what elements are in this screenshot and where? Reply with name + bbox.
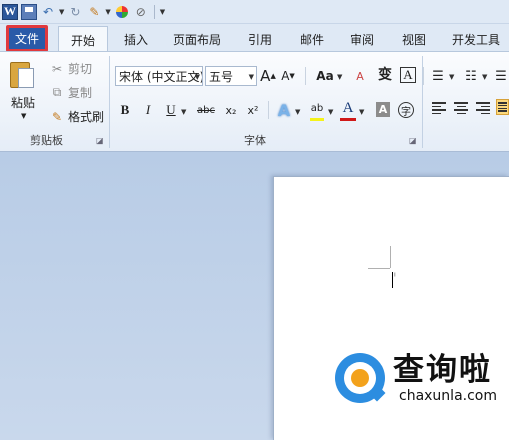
paste-icon[interactable] [10,58,38,90]
undo-icon[interactable]: ↶ [40,4,56,20]
font-name-combo[interactable]: 宋体 (中文正文) ▼ [115,66,203,86]
font-color-button[interactable]: A [341,98,355,118]
tab-developer[interactable]: 开发工具 [446,26,506,52]
strikethrough-button[interactable]: abc [196,100,216,120]
paragraph-mark: ˡ [394,272,396,283]
character-shading-button[interactable]: A [376,102,390,117]
align-left-icon[interactable] [431,100,447,116]
font-color-dropdown-icon[interactable]: ▼ [359,108,364,116]
clipboard-launcher-icon[interactable]: ◪ [96,136,104,145]
tab-references[interactable]: 引用 [238,26,282,52]
tab-mailings[interactable]: 邮件 [290,26,334,52]
chevron-down-icon[interactable]: ▼ [249,73,254,81]
subscript-button[interactable]: x₂ [222,100,240,120]
clipboard-group-label: 剪贴板 [30,134,63,147]
superscript-button[interactable]: x² [244,100,262,120]
redo-icon[interactable]: ↻ [67,4,83,20]
clear-formatting-button[interactable]: A [352,66,368,86]
color-icon[interactable] [114,4,130,20]
justify-icon[interactable] [496,99,509,115]
text-effects-dropdown-icon[interactable]: ▼ [295,108,300,116]
character-border-button[interactable]: A [400,67,416,83]
highlight-dropdown-icon[interactable]: ▼ [328,108,333,116]
copy-label: 复制 [68,86,93,100]
text-effects-button[interactable]: A [276,100,292,120]
highlight-button[interactable]: ab [308,98,326,118]
group-separator [422,56,423,148]
paintbrush-icon: ✎ [51,109,63,124]
tab-review[interactable]: 审阅 [340,26,384,52]
tab-file[interactable]: 文件 [6,25,48,52]
enclose-characters-button[interactable]: 字 [398,102,414,118]
scissors-icon: ✂ [51,61,63,76]
group-separator [109,56,110,148]
watermark-cn-text: 查询啦 [393,352,492,388]
text-cursor [392,272,393,288]
align-center-icon[interactable] [453,100,469,116]
tab-page-layout[interactable]: 页面布局 [166,26,228,52]
font-color-swatch [340,118,356,121]
cut-label: 剪切 [68,62,93,76]
tab-insert[interactable]: 插入 [114,26,158,52]
numbering-dropdown-icon[interactable]: ▼ [482,73,487,81]
font-name-value: 宋体 (中文正文) [119,69,203,84]
grow-font-button[interactable]: A ▲ [260,66,276,86]
copy-icon: ⧉ [52,85,62,99]
bullets-dropdown-icon[interactable]: ▼ [449,73,454,81]
numbering-icon[interactable]: ☷ [463,66,479,86]
italic-button[interactable]: I [141,100,155,120]
ribbon-tabs: 文件 开始 插入 页面布局 引用 邮件 审阅 视图 开发工具 [0,24,509,53]
quick-access-toolbar: W ↶ ▼ ↻ ✎ ▼ ⊘ ▼ [0,0,509,24]
align-right-icon[interactable] [475,100,491,116]
watermark-url-text: chaxunla.com [399,388,497,404]
divider [305,67,306,85]
change-case-dropdown-icon[interactable]: ▼ [337,73,342,81]
margin-corner-mark [368,268,390,269]
divider [268,101,269,119]
format-painter-label: 格式刷 [68,110,105,124]
magnifier-logo-icon [335,353,386,403]
brush-dropdown-icon[interactable]: ▼ [105,8,110,16]
paste-dropdown-icon[interactable]: ▼ [21,112,26,120]
copy-button[interactable]: ⧉ 复制 [50,84,92,101]
font-launcher-icon[interactable]: ◪ [409,136,417,145]
multilevel-list-icon[interactable]: ☰ [494,66,508,86]
customize-qat-icon[interactable]: ▼ [160,8,165,16]
chevron-down-icon[interactable]: ▼ [195,73,200,81]
save-icon[interactable] [21,3,37,20]
clear-format-icon[interactable]: ⊘ [133,4,149,20]
tab-view[interactable]: 视图 [392,26,436,52]
paste-button[interactable]: 粘贴 [11,94,35,111]
margin-corner-mark [390,246,391,268]
divider [423,67,424,85]
shrink-font-button[interactable]: A ▼ [281,66,295,86]
change-case-button[interactable]: Aa [314,66,336,86]
format-painter-icon[interactable]: ✎ [86,4,102,20]
site-watermark: 查询啦 chaxunla.com [335,352,497,404]
qat-separator [153,4,155,19]
bullets-icon[interactable]: ☰ [430,66,446,86]
word-logo-icon[interactable]: W [2,3,18,20]
highlight-color-swatch [310,118,324,121]
undo-dropdown-icon[interactable]: ▼ [59,8,64,16]
underline-dropdown-icon[interactable]: ▼ [181,108,186,116]
bold-button[interactable]: B [118,100,132,120]
tab-home[interactable]: 开始 [58,26,108,53]
font-group-label: 字体 [244,134,266,147]
ribbon-home: 粘贴 ▼ ✂ 剪切 ⧉ 复制 ✎ 格式刷 剪贴板 ◪ 宋体 (中文正文) ▼ 五… [0,51,509,152]
font-size-value: 五号 [209,69,234,84]
phonetic-guide-button[interactable]: 变 [376,64,394,84]
font-size-combo[interactable]: 五号 ▼ [205,66,257,86]
format-painter-button[interactable]: ✎ 格式刷 [50,108,104,125]
cut-button[interactable]: ✂ 剪切 [50,60,92,77]
underline-button[interactable]: U [164,100,178,120]
